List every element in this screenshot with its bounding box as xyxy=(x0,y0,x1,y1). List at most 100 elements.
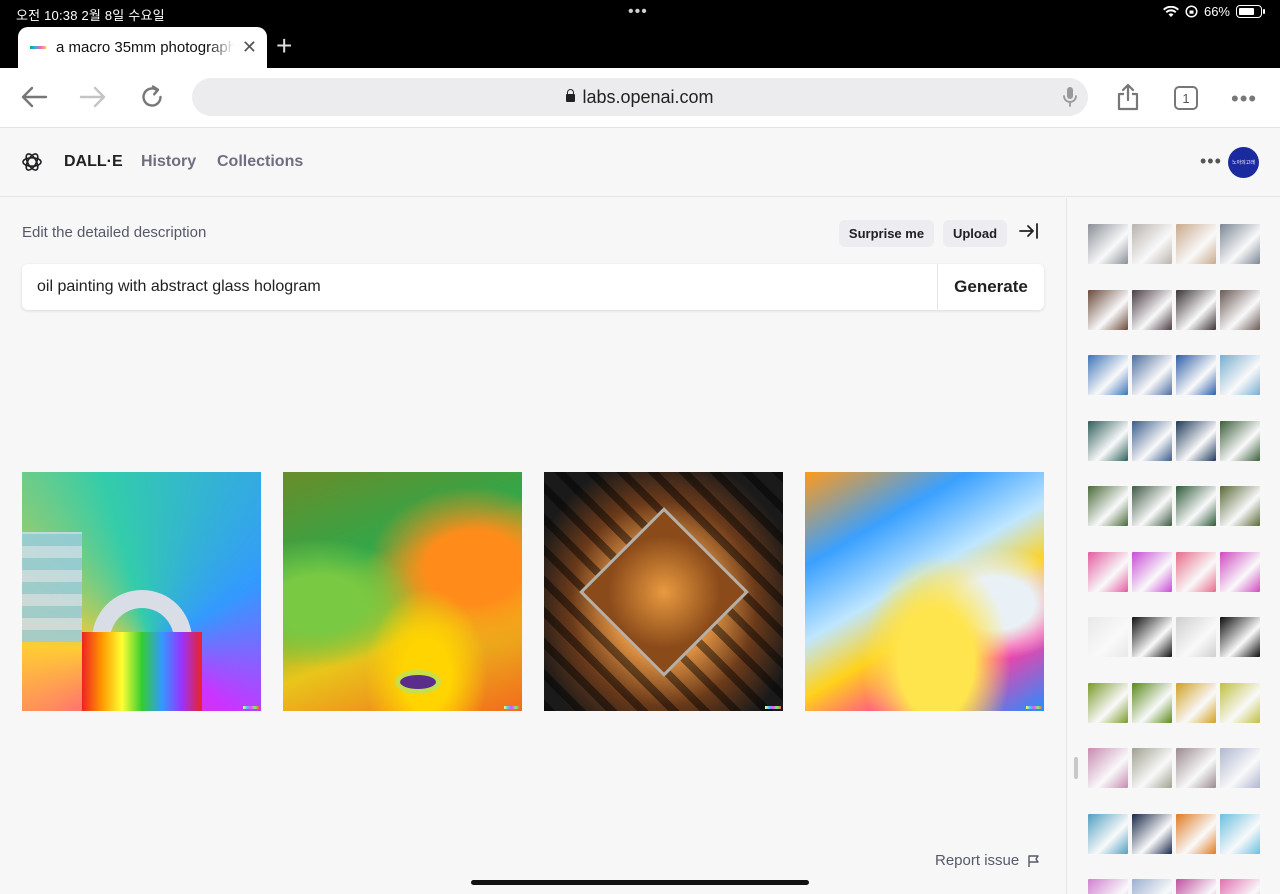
history-thumbnail[interactable] xyxy=(1132,224,1172,264)
more-options-icon[interactable]: ••• xyxy=(1231,86,1257,112)
history-thumbnail[interactable] xyxy=(1176,355,1216,395)
history-thumbnail[interactable] xyxy=(1176,551,1216,592)
history-thumbnail[interactable] xyxy=(1132,813,1172,854)
panel-scroll-handle[interactable] xyxy=(1074,757,1078,779)
generated-image-1[interactable] xyxy=(22,472,261,711)
history-thumbnail[interactable] xyxy=(1220,813,1260,854)
image-detail xyxy=(82,632,202,711)
dalle-favicon-icon xyxy=(30,46,46,49)
history-thumbnail[interactable] xyxy=(1220,879,1260,894)
header-menu-icon[interactable]: ••• xyxy=(1200,151,1222,172)
history-thumbnail[interactable] xyxy=(1088,420,1128,461)
history-thumbnail[interactable] xyxy=(1132,420,1172,461)
history-thumbnail[interactable] xyxy=(1220,682,1260,723)
generated-image-4[interactable] xyxy=(805,472,1044,711)
forward-arrow-icon[interactable] xyxy=(76,80,110,114)
orientation-lock-icon xyxy=(1185,5,1198,18)
url-text: labs.openai.com xyxy=(582,86,714,107)
history-thumbnail[interactable] xyxy=(1132,551,1172,592)
history-thumbnail[interactable] xyxy=(1088,289,1128,330)
history-thumbnail[interactable] xyxy=(1132,748,1172,788)
tab-overview-button[interactable]: 1 xyxy=(1174,86,1198,110)
history-thumbnail[interactable] xyxy=(1088,486,1128,526)
nav-history[interactable]: History xyxy=(141,153,196,171)
back-arrow-icon[interactable] xyxy=(17,80,51,114)
history-thumbnail[interactable] xyxy=(1220,355,1260,395)
history-thumbnail[interactable] xyxy=(1132,289,1172,330)
openai-logo-icon[interactable] xyxy=(21,151,43,178)
history-row xyxy=(1088,486,1260,526)
history-thumbnail[interactable] xyxy=(1132,879,1172,894)
history-thumbnail[interactable] xyxy=(1176,420,1216,461)
history-row xyxy=(1088,617,1260,657)
battery-icon xyxy=(1236,5,1265,18)
history-thumbnail[interactable] xyxy=(1088,224,1128,264)
flag-icon xyxy=(1028,854,1039,867)
history-thumbnail[interactable] xyxy=(1088,813,1128,854)
history-thumbnail[interactable] xyxy=(1176,879,1216,894)
history-thumbnail[interactable] xyxy=(1132,617,1172,657)
history-thumbnail[interactable] xyxy=(1088,682,1128,723)
history-thumbnail[interactable] xyxy=(1088,617,1128,657)
new-tab-icon[interactable]: + xyxy=(276,32,292,60)
history-thumbnail[interactable] xyxy=(1220,748,1260,788)
generated-image-3[interactable] xyxy=(544,472,783,711)
history-thumbnail[interactable] xyxy=(1176,748,1216,788)
avatar[interactable]: 노아의고래 xyxy=(1228,147,1259,178)
history-row xyxy=(1088,813,1260,854)
history-thumbnail[interactable] xyxy=(1220,486,1260,526)
status-right: 66% xyxy=(1162,4,1265,19)
history-row xyxy=(1088,879,1260,894)
history-thumbnail[interactable] xyxy=(1220,420,1260,461)
history-thumbnail[interactable] xyxy=(1132,682,1172,723)
history-thumbnail[interactable] xyxy=(1176,289,1216,330)
history-thumbnail[interactable] xyxy=(1176,224,1216,264)
status-time: 오전 10:38 2월 8일 수요일 xyxy=(16,8,165,23)
history-thumbnail[interactable] xyxy=(1176,617,1216,657)
tab-close-icon[interactable]: ✕ xyxy=(242,37,257,58)
history-thumbnail[interactable] xyxy=(1132,355,1172,395)
main-content: Edit the detailed description Surprise m… xyxy=(0,198,1066,894)
history-panel[interactable] xyxy=(1066,198,1280,894)
surprise-me-button[interactable]: Surprise me xyxy=(839,220,934,247)
history-row xyxy=(1088,682,1260,723)
tab-title: a macro 35mm photograph xyxy=(56,39,234,56)
collapse-panel-icon[interactable] xyxy=(1018,222,1040,245)
upload-button[interactable]: Upload xyxy=(943,220,1007,247)
history-row xyxy=(1088,748,1260,788)
dalle-signature-mark xyxy=(504,706,520,709)
share-icon[interactable] xyxy=(1111,80,1145,114)
address-bar[interactable]: labs.openai.com xyxy=(192,78,1088,116)
history-thumbnail[interactable] xyxy=(1220,224,1260,264)
generated-image-2[interactable] xyxy=(283,472,522,711)
prompt-input[interactable]: oil painting with abstract glass hologra… xyxy=(22,278,937,296)
multitask-dots-icon[interactable]: ••• xyxy=(628,3,648,21)
history-thumbnail[interactable] xyxy=(1176,682,1216,723)
history-thumbnail[interactable] xyxy=(1220,617,1260,657)
nav-collections[interactable]: Collections xyxy=(217,153,303,171)
dalle-signature-mark xyxy=(765,706,781,709)
history-thumbnail[interactable] xyxy=(1088,748,1128,788)
microphone-icon[interactable] xyxy=(1062,85,1078,114)
history-thumbnail[interactable] xyxy=(1220,551,1260,592)
browser-tab-active[interactable]: a macro 35mm photograph ✕ xyxy=(18,27,267,68)
history-row xyxy=(1088,551,1260,592)
report-issue-link[interactable]: Report issue xyxy=(935,852,1041,869)
history-thumbnail[interactable] xyxy=(1088,551,1128,592)
history-thumbnail[interactable] xyxy=(1132,486,1172,526)
history-thumbnail[interactable] xyxy=(1088,879,1128,894)
history-thumbnail[interactable] xyxy=(1220,289,1260,330)
history-thumbnail[interactable] xyxy=(1088,355,1128,395)
description-label: Edit the detailed description xyxy=(22,224,207,241)
history-thumbnail[interactable] xyxy=(1176,813,1216,854)
image-detail xyxy=(579,507,749,677)
generate-button[interactable]: Generate xyxy=(937,264,1044,310)
history-row xyxy=(1088,355,1260,395)
home-indicator[interactable] xyxy=(471,880,809,885)
reload-icon[interactable] xyxy=(135,80,169,114)
dalle-signature-mark xyxy=(1026,706,1042,709)
wifi-icon xyxy=(1162,5,1179,17)
history-thumbnail[interactable] xyxy=(1176,486,1216,526)
nav-dalle[interactable]: DALL·E xyxy=(64,153,123,171)
history-row xyxy=(1088,224,1260,264)
